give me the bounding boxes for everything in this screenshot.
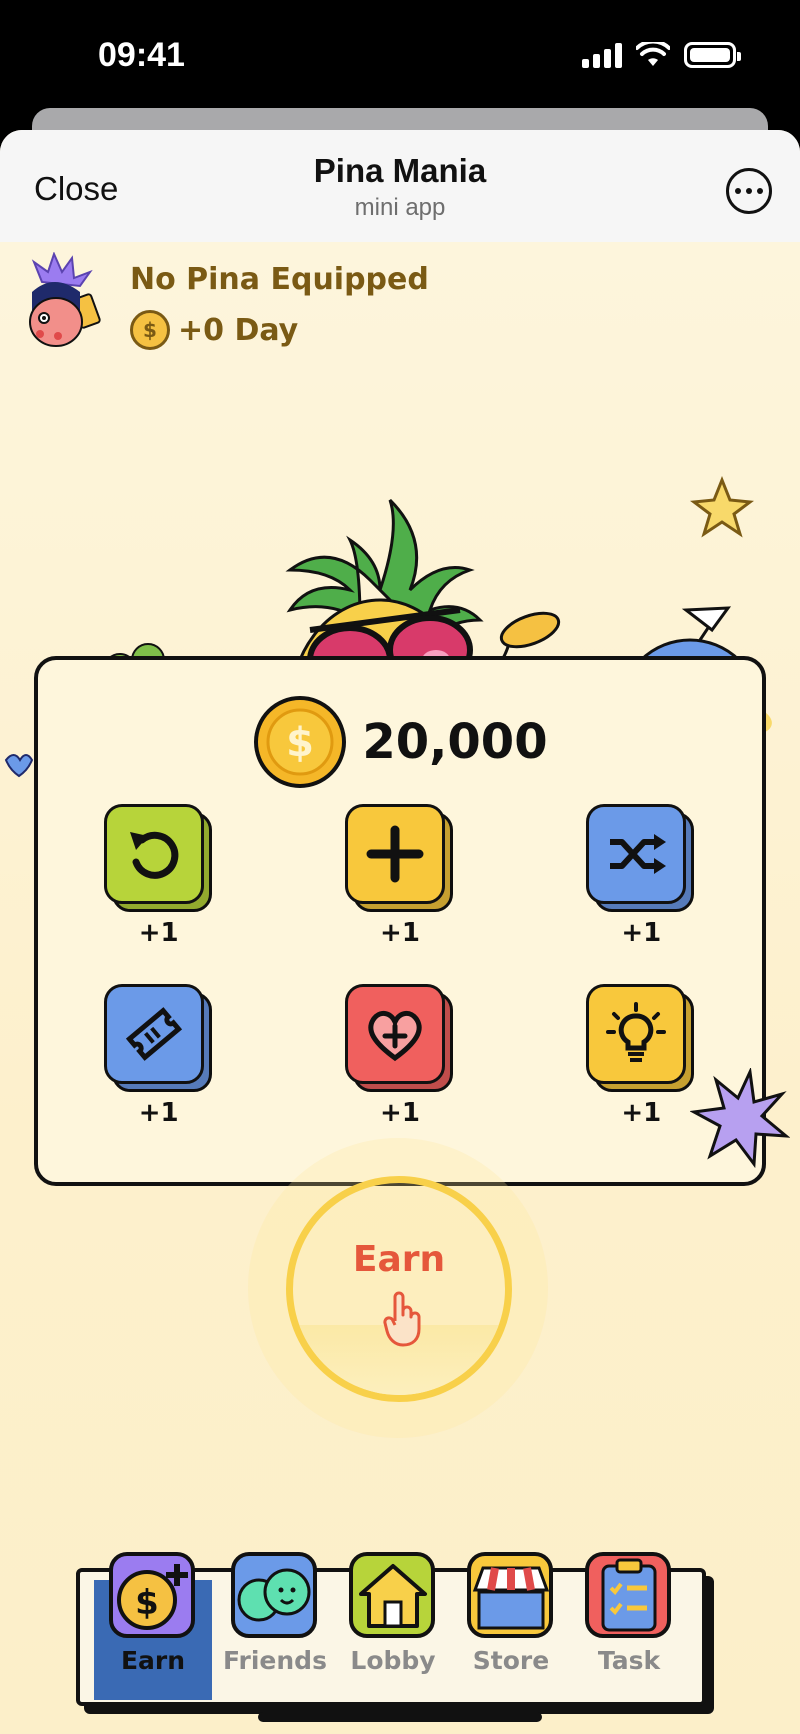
earn-button[interactable]: Earn (286, 1176, 512, 1402)
status-time: 09:41 (98, 36, 185, 74)
nav-item-earn[interactable]: $ Earn (94, 1552, 212, 1700)
clipboard-icon (585, 1552, 671, 1638)
undo-icon (103, 804, 204, 904)
tap-hand-icon (383, 1291, 421, 1347)
booster-count: +1 (138, 1098, 179, 1128)
mini-app-sheet: Close Pina Mania mini app No Pina Equipp… (0, 130, 800, 1734)
friends-icon (231, 1552, 317, 1638)
house-icon (349, 1552, 435, 1638)
nav-label: Store (472, 1646, 550, 1675)
booster-ticket[interactable]: +1 (38, 984, 279, 1128)
shuffle-icon (586, 804, 687, 904)
booster-heart[interactable]: +1 (279, 984, 520, 1128)
svg-text:$: $ (135, 1583, 159, 1623)
wifi-icon (636, 42, 670, 66)
nav-label: Task (597, 1646, 661, 1675)
bottom-navigation: $ Earn Friends Lobby Store Task (76, 1552, 706, 1706)
more-options-button[interactable] (726, 168, 772, 214)
booster-plus[interactable]: +1 (279, 804, 520, 948)
nav-item-lobby[interactable]: Lobby (334, 1552, 452, 1700)
purple-star-decoration (690, 1068, 790, 1168)
dollar-coin-icon: $ (254, 696, 347, 788)
booster-shuffle[interactable]: +1 (521, 804, 762, 948)
title-bar: Close Pina Mania mini app (0, 130, 800, 242)
home-indicator (258, 1712, 542, 1722)
booster-count: +1 (621, 918, 662, 948)
lightbulb-icon (586, 984, 687, 1084)
booster-count: +1 (621, 1098, 662, 1128)
nav-label: Friends (223, 1646, 327, 1675)
nav-label: Earn (120, 1646, 186, 1675)
booster-undo[interactable]: +1 (38, 804, 279, 948)
nav-item-friends[interactable]: Friends (216, 1552, 334, 1700)
booster-grid: +1 +1 +1 +1 +1 +1 (38, 804, 762, 1128)
nav-item-task[interactable]: Task (570, 1552, 688, 1700)
svg-text:$: $ (286, 720, 314, 766)
status-icons (582, 42, 741, 68)
battery-icon (684, 42, 741, 68)
booster-count: +1 (138, 918, 179, 948)
equipped-pina-label: No Pina Equipped (130, 262, 429, 297)
nav-item-store[interactable]: Store (452, 1552, 570, 1700)
balance-row: $ 20,000 (38, 694, 762, 790)
status-bar: 09:41 (0, 0, 800, 118)
ticket-icon (103, 984, 204, 1084)
booster-count: +1 (380, 918, 420, 948)
coin-balance: 20,000 (362, 714, 548, 770)
heart-plus-icon (344, 984, 445, 1084)
coin-plus-icon: $ (109, 1552, 195, 1638)
cellular-signal-icon (582, 42, 622, 68)
earn-button-label: Earn (352, 1239, 446, 1280)
app-title: Pina Mania (313, 152, 487, 189)
booster-count: +1 (380, 1098, 420, 1128)
nav-label: Lobby (350, 1646, 436, 1675)
store-icon (467, 1552, 553, 1638)
app-subtitle: mini app (354, 194, 446, 221)
plus-icon (344, 804, 445, 904)
rewards-card: $ 20,000 +1 +1 +1 +1 +1 +1 (34, 656, 766, 1186)
